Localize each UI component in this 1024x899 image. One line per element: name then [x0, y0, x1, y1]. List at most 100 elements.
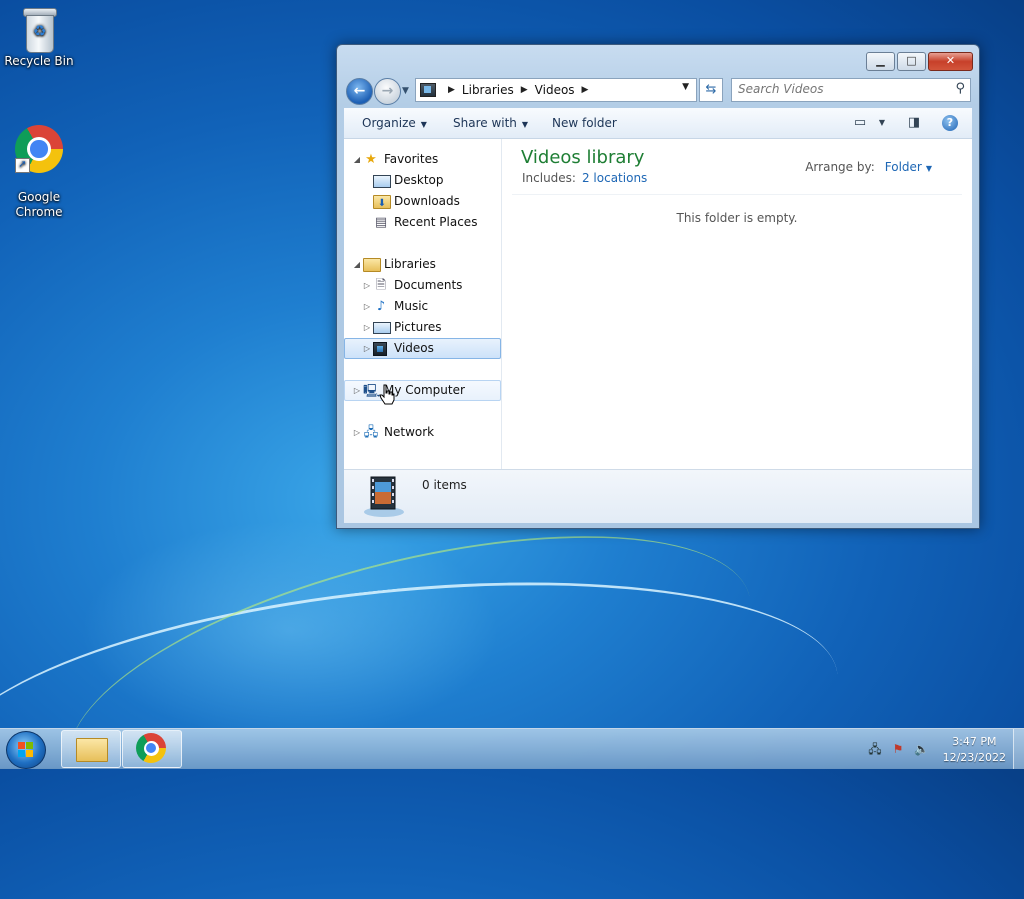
collapsed-triangle-icon[interactable]: ▷ [352, 381, 362, 400]
action-center-flag-icon[interactable]: ⚑ [891, 742, 905, 756]
search-input[interactable] [732, 79, 944, 99]
share-with-button[interactable]: Share with ▼ [453, 116, 528, 130]
expanded-triangle-icon[interactable]: ◢ [352, 254, 362, 275]
window-content: ◢ ★ Favorites Desktop ⬇ Downloads ▤ Rece… [344, 139, 972, 469]
nav-item-favorites[interactable]: ◢ ★ Favorites [344, 149, 501, 170]
share-with-label: Share with [453, 116, 517, 130]
collapsed-triangle-icon[interactable]: ▷ [362, 275, 372, 296]
breadcrumb-arrow-icon[interactable]: ▶ [448, 85, 455, 95]
breadcrumb-libraries[interactable]: Libraries [462, 83, 514, 97]
navigation-pane: ◢ ★ Favorites Desktop ⬇ Downloads ▤ Rece… [344, 139, 502, 469]
pictures-icon [373, 322, 391, 334]
nav-item-network[interactable]: ▷ 🖧 Network [344, 422, 501, 443]
chrome-icon: ➚ [15, 125, 63, 173]
details-pane: 0 items [344, 469, 972, 523]
hand-cursor-icon [379, 384, 395, 405]
system-tray: 🖧 ⚑ 🔈 3:47 PM 12/23/2022 [854, 729, 1024, 769]
taskbar-chrome-button[interactable] [122, 730, 182, 768]
chevron-down-icon[interactable]: ▼ [926, 164, 932, 173]
address-bar[interactable]: ▶ Libraries ▶ Videos ▶ ▼ [415, 78, 697, 102]
nav-item-pictures[interactable]: ▷ Pictures [344, 317, 501, 338]
nav-item-label: Libraries [384, 257, 436, 271]
help-icon[interactable]: ? [942, 115, 958, 131]
organize-label: Organize [362, 116, 416, 130]
nav-item-label: Desktop [394, 173, 444, 187]
chrome-icon [136, 733, 166, 763]
maximize-button[interactable]: □ [897, 52, 926, 71]
new-folder-button[interactable]: New folder [552, 116, 617, 130]
nav-item-label: Pictures [394, 320, 442, 334]
network-icon: 🖧 [363, 425, 379, 440]
taskbar-explorer-button[interactable] [61, 730, 121, 768]
change-view-icon[interactable]: ▭ [852, 115, 868, 131]
desktop-icon-label: Google Chrome [15, 190, 63, 219]
downloads-icon: ⬇ [373, 195, 391, 209]
recent-places-icon: ▤ [374, 215, 388, 230]
recent-pages-chevron-down-icon[interactable]: ▼ [402, 86, 409, 96]
nav-item-documents[interactable]: ▷ 🗎 Documents [344, 275, 501, 296]
breadcrumb-arrow-icon[interactable]: ▶ [521, 85, 528, 95]
videos-library-icon [420, 83, 436, 97]
refresh-icon: ⇆ [705, 82, 717, 97]
command-toolbar: Organize ▼ Share with ▼ New folder ▭ ▼ ◨ ? [344, 108, 972, 139]
nav-item-label: My Computer [384, 383, 465, 397]
forward-button[interactable]: → [374, 78, 401, 105]
file-list-pane[interactable]: Videos library Includes: 2 locations Arra… [502, 139, 972, 469]
nav-item-my-computer[interactable]: ▷ 🖳 My Computer [344, 380, 501, 401]
library-includes: Includes: 2 locations [522, 171, 647, 185]
chevron-down-icon: ▼ [420, 120, 427, 129]
empty-folder-message: This folder is empty. [676, 211, 798, 225]
desktop-icon [373, 175, 391, 188]
includes-label: Includes: [522, 171, 576, 185]
address-dropdown-chevron-down-icon[interactable]: ▼ [682, 82, 689, 92]
new-folder-label: New folder [552, 116, 617, 130]
nav-item-label: Documents [394, 278, 463, 292]
chevron-down-icon: ▼ [521, 120, 529, 129]
folder-icon [76, 738, 108, 762]
network-tray-icon[interactable]: 🖧 [868, 742, 882, 756]
organize-button[interactable]: Organize ▼ [362, 116, 427, 130]
view-options-chevron-down-icon[interactable]: ▼ [874, 115, 890, 131]
clock[interactable]: 3:47 PM 12/23/2022 [943, 734, 1006, 766]
nav-item-label: Network [384, 425, 435, 439]
divider [512, 194, 962, 195]
collapsed-triangle-icon[interactable]: ▷ [362, 317, 372, 338]
start-button[interactable] [6, 731, 46, 769]
desktop-icon-google-chrome[interactable]: ➚ Google Chrome [1, 110, 77, 235]
collapsed-triangle-icon[interactable]: ▷ [362, 339, 372, 358]
documents-icon: 🗎 [375, 278, 387, 293]
arrange-by-dropdown[interactable]: Folder [885, 160, 922, 174]
videos-icon [373, 342, 387, 356]
nav-item-label: Favorites [384, 152, 439, 166]
nav-item-desktop[interactable]: Desktop [344, 170, 501, 191]
desktop-icon-recycle-bin[interactable]: Recycle Bin [1, 8, 77, 69]
locations-link[interactable]: 2 locations [582, 171, 647, 185]
refresh-button[interactable]: ⇆ [699, 78, 723, 102]
explorer-window[interactable]: ▁ □ ✕ ← → ▼ ▶ Libraries ▶ Videos ▶ ▼ ⇆ ⚲… [336, 44, 980, 529]
close-button[interactable]: ✕ [928, 52, 973, 71]
show-desktop-button[interactable] [1013, 729, 1024, 769]
nav-item-recent-places[interactable]: ▤ Recent Places [344, 212, 501, 233]
minimize-button[interactable]: ▁ [866, 52, 895, 71]
search-box[interactable]: ⚲ [731, 78, 971, 102]
collapsed-triangle-icon[interactable]: ▷ [352, 422, 362, 443]
clock-time: 3:47 PM [952, 735, 997, 748]
breadcrumb-arrow-icon[interactable]: ▶ [582, 85, 589, 95]
desktop-icon-label: Recycle Bin [4, 54, 74, 68]
collapsed-triangle-icon[interactable]: ▷ [362, 296, 372, 317]
clock-date: 12/23/2022 [942, 751, 1006, 764]
volume-icon[interactable]: 🔈 [914, 742, 929, 756]
recycle-bin-icon [22, 8, 57, 53]
expanded-triangle-icon[interactable]: ◢ [352, 149, 362, 170]
star-icon: ★ [365, 152, 377, 167]
nav-item-libraries[interactable]: ◢ Libraries [344, 254, 501, 275]
arrange-by: Arrange by: Folder ▼ [805, 160, 932, 174]
nav-item-downloads[interactable]: ⬇ Downloads [344, 191, 501, 212]
search-icon[interactable]: ⚲ [955, 81, 965, 96]
breadcrumb-videos[interactable]: Videos [535, 83, 575, 97]
preview-pane-icon[interactable]: ◨ [906, 115, 922, 131]
nav-item-videos[interactable]: ▷ Videos [344, 338, 501, 359]
nav-item-music[interactable]: ▷ ♪ Music [344, 296, 501, 317]
back-button[interactable]: ← [346, 78, 373, 105]
nav-item-label: Music [394, 299, 429, 313]
